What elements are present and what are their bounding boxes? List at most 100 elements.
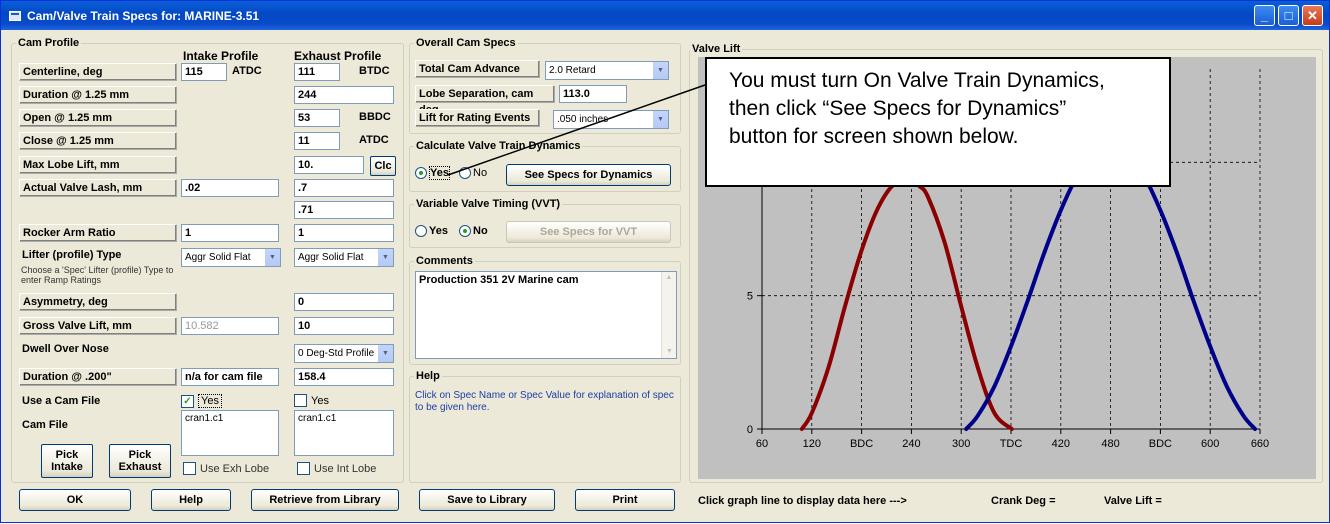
rocker-ratio-label[interactable]: Rocker Arm Ratio bbox=[19, 224, 177, 242]
dwell-select[interactable]: 0 Deg-Std Profile ▼ bbox=[294, 344, 394, 363]
use-cam-file-label[interactable]: Use a Cam File bbox=[19, 393, 177, 411]
vvt-yes-radio[interactable]: Yes bbox=[415, 225, 448, 238]
pick-intake-button[interactable]: Pick Intake bbox=[41, 444, 93, 478]
dynamics-yes-radio[interactable]: Yes bbox=[415, 166, 450, 180]
checkmark-icon: ✓ bbox=[181, 394, 194, 408]
centerline-label[interactable]: Centerline, deg bbox=[19, 63, 177, 81]
retrieve-library-button[interactable]: Retrieve from Library bbox=[251, 489, 399, 511]
ok-button[interactable]: OK bbox=[19, 489, 131, 511]
checkbox-icon bbox=[297, 462, 310, 475]
print-button[interactable]: Print bbox=[575, 489, 675, 511]
use-exh-lobe-checkbox[interactable]: Use Exh Lobe bbox=[183, 462, 269, 475]
total-advance-select[interactable]: 2.0 Retard ▼ bbox=[545, 61, 669, 80]
dwell-label[interactable]: Dwell Over Nose bbox=[19, 341, 177, 359]
checkbox-icon bbox=[294, 394, 307, 407]
callout-line-3: button for screen shown below. bbox=[729, 125, 1019, 148]
exhaust-asymmetry-field[interactable]: 0 bbox=[294, 293, 394, 311]
exhaust-use-cam-text: Yes bbox=[311, 394, 329, 407]
x-tick-label: 120 bbox=[803, 438, 821, 450]
vvt-legend: Variable Valve Timing (VVT) bbox=[416, 198, 561, 210]
comments-scrollbar[interactable]: ▲ ▼ bbox=[661, 272, 676, 358]
dwell-value: 0 Deg-Std Profile bbox=[298, 348, 375, 359]
exhaust-centerline-unit: BTDC bbox=[359, 65, 390, 77]
radio-icon bbox=[415, 225, 427, 238]
exhaust-open-field[interactable]: 53 bbox=[294, 109, 340, 127]
duration-label[interactable]: Duration @ 1.25 mm bbox=[19, 86, 177, 104]
intake-duration-200-field[interactable]: n/a for cam file bbox=[181, 368, 279, 386]
asymmetry-label[interactable]: Asymmetry, deg bbox=[19, 293, 177, 311]
intake-use-cam-checkbox[interactable]: ✓ Yes bbox=[181, 394, 222, 408]
intake-rocker-field[interactable]: 1 bbox=[181, 224, 279, 242]
help-button[interactable]: Help bbox=[151, 489, 231, 511]
intake-centerline-field[interactable]: 115 bbox=[181, 63, 227, 81]
intake-lifter-select[interactable]: Aggr Solid Flat ▼ bbox=[181, 248, 281, 267]
lift-rating-select[interactable]: .050 inches ▼ bbox=[553, 110, 669, 129]
exhaust-duration-field[interactable]: 244 bbox=[294, 86, 394, 104]
exhaust-gross-lift-field[interactable]: 10 bbox=[294, 317, 394, 335]
dynamics-no-radio[interactable]: No bbox=[459, 167, 487, 180]
total-advance-label[interactable]: Total Cam Advance bbox=[415, 60, 540, 78]
lifter-type-note: Choose a 'Spec' Lifter (profile) Type to… bbox=[21, 265, 174, 285]
pick-exhaust-button[interactable]: Pick Exhaust bbox=[109, 444, 171, 478]
intake-cam-file-box[interactable]: cran1.c1 bbox=[181, 410, 279, 456]
exhaust-close-field[interactable]: 11 bbox=[294, 132, 340, 150]
intake-gross-lift-field: 10.582 bbox=[181, 317, 279, 335]
maximize-icon: □ bbox=[1284, 8, 1293, 23]
cam-profile-legend: Cam Profile bbox=[18, 37, 80, 49]
use-int-lobe-checkbox[interactable]: Use Int Lobe bbox=[297, 462, 376, 475]
calc-button[interactable]: Clc bbox=[370, 156, 396, 176]
y-tick-label: 5 bbox=[747, 291, 753, 303]
gross-lift-label[interactable]: Gross Valve Lift, mm bbox=[19, 317, 177, 335]
lifter-type-label[interactable]: Lifter (profile) Type bbox=[19, 247, 177, 265]
comments-textarea[interactable]: Production 351 2V Marine cam ▲ ▼ bbox=[415, 271, 677, 359]
max-lobe-lift-label[interactable]: Max Lobe Lift, mm bbox=[19, 156, 177, 174]
help-group: Help bbox=[409, 370, 681, 483]
overall-specs-legend: Overall Cam Specs bbox=[416, 37, 516, 49]
title-bar[interactable]: Cam/Valve Train Specs for: MARINE-3.51 _… bbox=[1, 1, 1329, 30]
exhaust-centerline-field[interactable]: 111 bbox=[294, 63, 340, 81]
x-tick-label: BDC bbox=[850, 438, 873, 450]
close-label[interactable]: Close @ 1.25 mm bbox=[19, 132, 177, 150]
vvt-no-radio[interactable]: No bbox=[459, 225, 488, 238]
exhaust-use-cam-checkbox[interactable]: Yes bbox=[294, 394, 329, 407]
minimize-button[interactable]: _ bbox=[1254, 5, 1275, 26]
save-library-button[interactable]: Save to Library bbox=[419, 489, 555, 511]
maximize-button[interactable]: □ bbox=[1278, 5, 1299, 26]
valve-lift-readout: Valve Lift = bbox=[1104, 495, 1162, 507]
exhaust-lash-field-2[interactable]: .71 bbox=[294, 201, 394, 219]
close-button[interactable]: ✕ bbox=[1302, 5, 1323, 26]
scroll-down-icon[interactable]: ▼ bbox=[662, 346, 677, 358]
exhaust-rocker-field[interactable]: 1 bbox=[294, 224, 394, 242]
chevron-down-icon[interactable]: ▼ bbox=[264, 249, 280, 266]
lobe-sep-field[interactable]: 113.0 bbox=[559, 85, 627, 103]
valve-lash-label[interactable]: Actual Valve Lash, mm bbox=[19, 179, 177, 197]
x-tick-label: 60 bbox=[756, 438, 768, 450]
chevron-down-icon[interactable]: ▼ bbox=[377, 249, 393, 266]
exhaust-lash-field[interactable]: .7 bbox=[294, 179, 394, 197]
exhaust-lifter-value: Aggr Solid Flat bbox=[298, 252, 364, 263]
vvt-yes-text: Yes bbox=[429, 225, 448, 237]
intake-lash-field[interactable]: .02 bbox=[181, 179, 279, 197]
chevron-down-icon[interactable]: ▼ bbox=[652, 62, 668, 79]
exhaust-cam-file-box[interactable]: cran1.c1 bbox=[294, 410, 394, 456]
exhaust-lifter-select[interactable]: Aggr Solid Flat ▼ bbox=[294, 248, 394, 267]
graph-hint: Click graph line to display data here --… bbox=[698, 495, 907, 507]
chevron-down-icon[interactable]: ▼ bbox=[652, 111, 668, 128]
radio-selected-icon bbox=[415, 167, 427, 180]
open-label[interactable]: Open @ 1.25 mm bbox=[19, 109, 177, 127]
comments-text: Production 351 2V Marine cam bbox=[419, 274, 579, 286]
cam-file-label[interactable]: Cam File bbox=[19, 417, 177, 435]
exhaust-duration-200-field[interactable]: 158.4 bbox=[294, 368, 394, 386]
duration-200-label[interactable]: Duration @ .200" bbox=[19, 368, 177, 386]
valve-lift-legend: Valve Lift bbox=[692, 43, 741, 55]
exhaust-max-lobe-field[interactable]: 10. bbox=[294, 156, 364, 174]
use-exh-lobe-text: Use Exh Lobe bbox=[200, 462, 270, 475]
exhaust-close-unit: ATDC bbox=[359, 134, 389, 146]
dynamics-yes-text: Yes bbox=[429, 166, 450, 180]
exhaust-open-unit: BBDC bbox=[359, 111, 391, 123]
chevron-down-icon[interactable]: ▼ bbox=[377, 345, 393, 362]
lift-rating-label[interactable]: Lift for Rating Events bbox=[415, 109, 540, 127]
see-specs-dynamics-button[interactable]: See Specs for Dynamics bbox=[506, 164, 671, 186]
lobe-sep-label[interactable]: Lobe Separation, cam deg bbox=[415, 85, 555, 116]
scroll-up-icon[interactable]: ▲ bbox=[662, 272, 676, 284]
